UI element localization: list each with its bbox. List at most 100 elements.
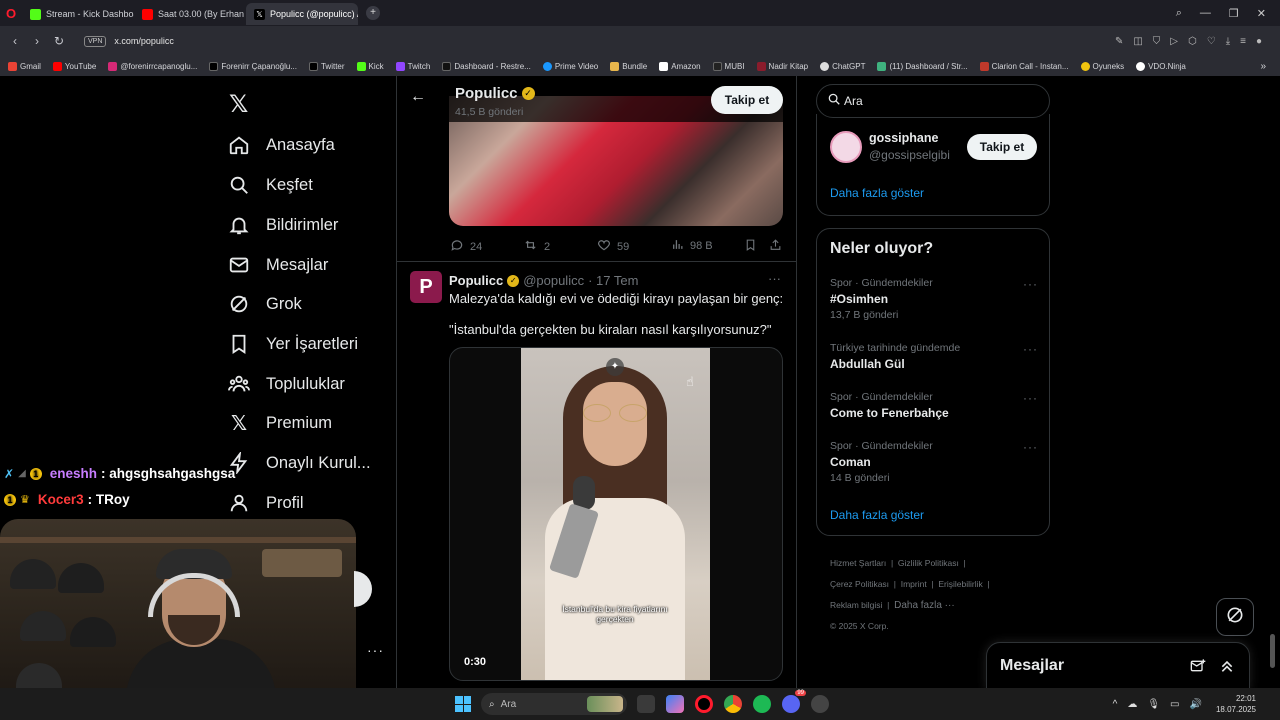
bookmark-button[interactable]: [744, 238, 757, 255]
chevron-up-icon[interactable]: ^: [1113, 699, 1118, 710]
discord-icon[interactable]: 99: [782, 690, 806, 713]
opera-icon[interactable]: [695, 695, 713, 713]
opera-logo-icon[interactable]: O: [0, 6, 22, 21]
tweet-avatar[interactable]: P: [410, 271, 442, 303]
search-icon[interactable]: ⌕: [1176, 7, 1182, 20]
browser-tab-kick[interactable]: Stream - Kick Dashboard ✕: [22, 3, 134, 25]
camera-icon[interactable]: ◫: [1133, 36, 1142, 47]
download-icon[interactable]: ⤓: [1226, 36, 1230, 47]
browser-tab-youtube[interactable]: Saat 03.00 (By Erhan Bayr: [134, 3, 246, 25]
follow-button[interactable]: Takip et: [711, 86, 783, 114]
bookmark-item[interactable]: (11) Dashboard / Str...: [877, 61, 968, 71]
shield-icon[interactable]: ⛉: [1153, 36, 1161, 47]
bookmark-item[interactable]: Twitter: [308, 61, 345, 71]
sidebar-item-communities[interactable]: Topluluklar: [228, 373, 345, 395]
more-options-icon[interactable]: ···: [367, 642, 384, 658]
bookmark-item[interactable]: Kick: [356, 61, 384, 71]
sidebar-item-explore[interactable]: Keşfet: [228, 174, 313, 196]
chrome-icon[interactable]: [724, 695, 742, 713]
show-more-link[interactable]: Daha fazla göster: [830, 186, 924, 200]
grok-floating-button[interactable]: [1216, 598, 1254, 636]
sidebar-item-bookmarks[interactable]: Yer İşaretleri: [228, 333, 358, 355]
suggestion-follow-button[interactable]: Takip et: [967, 134, 1037, 160]
scroll-up-circle-button[interactable]: [354, 571, 372, 607]
spotify-icon[interactable]: [753, 695, 771, 713]
app-icon[interactable]: [811, 695, 829, 713]
reload-icon[interactable]: ↻: [48, 34, 70, 48]
tweet-video[interactable]: ✦ İstanbul'da bu kira fiyatlarını gerçek…: [449, 347, 783, 681]
footer-link[interactable]: Reklam bilgisi: [830, 600, 882, 610]
trend-item[interactable]: Türkiye tarihinde gündemde Abdullah Gül …: [830, 342, 1038, 371]
bookmark-item[interactable]: YouTube: [52, 61, 96, 71]
taskbar-search-input[interactable]: Ara: [501, 699, 517, 710]
bookmark-item[interactable]: Nadir Kitap: [756, 61, 808, 71]
like-button[interactable]: 59: [597, 238, 629, 255]
bookmark-item[interactable]: Twitch: [395, 61, 430, 71]
tweet-author-handle[interactable]: @populicc: [523, 273, 584, 288]
url-field[interactable]: x.com/populicc: [114, 36, 174, 46]
footer-link[interactable]: Çerez Politikası: [830, 579, 889, 589]
clock[interactable]: 22:01 18.07.2025: [1216, 693, 1256, 715]
new-message-icon[interactable]: [1189, 658, 1207, 679]
back-icon[interactable]: ‹: [4, 34, 26, 48]
sidebar-item-messages[interactable]: Mesajlar: [228, 254, 328, 276]
retweet-button[interactable]: 2: [523, 238, 550, 255]
suggestion-handle[interactable]: @gossipselgibi: [869, 148, 950, 162]
more-options-icon[interactable]: ···: [1023, 391, 1038, 405]
bookmark-item[interactable]: ChatGPT: [820, 61, 865, 71]
copilot-icon[interactable]: [666, 695, 684, 713]
vpn-badge[interactable]: VPN: [84, 35, 107, 47]
tray-app-icon[interactable]: ☁: [1127, 699, 1137, 710]
play-icon[interactable]: ▷: [1170, 36, 1178, 47]
tweet-author-name[interactable]: Populicc: [449, 273, 503, 288]
display-icon[interactable]: ▭: [1170, 699, 1179, 710]
footer-link[interactable]: Erişilebilirlik: [938, 579, 982, 589]
bookmark-item[interactable]: Bundle: [610, 61, 647, 71]
more-options-icon[interactable]: ···: [1023, 277, 1038, 291]
suggestion-name[interactable]: gossiphane: [869, 131, 938, 145]
windows-start-icon[interactable]: [455, 696, 471, 712]
x-logo-icon[interactable]: 𝕏: [229, 90, 248, 119]
maximize-icon[interactable]: ❐: [1229, 7, 1239, 20]
volume-icon[interactable]: 🔊: [1190, 699, 1202, 710]
new-tab-button[interactable]: +: [366, 6, 380, 20]
show-more-link[interactable]: Daha fazla göster: [830, 508, 924, 522]
menu-icon[interactable]: ≡: [1240, 36, 1246, 47]
bookmark-item[interactable]: Gmail: [8, 61, 41, 71]
page-scrollbar[interactable]: [1270, 634, 1275, 668]
cube-icon[interactable]: ⬡: [1188, 36, 1197, 47]
more-options-icon[interactable]: ···: [1023, 342, 1038, 356]
minimize-icon[interactable]: —: [1200, 7, 1211, 20]
share-button[interactable]: [769, 238, 782, 255]
tweet-more-icon[interactable]: ···: [768, 271, 781, 286]
footer-link[interactable]: Gizlilik Politikası: [898, 558, 959, 568]
browser-tab-populicc[interactable]: 𝕏 Populicc (@populicc) / X ✕: [246, 3, 358, 25]
microphone-icon[interactable]: 🎙: [1147, 699, 1160, 710]
trend-item[interactable]: Spor · Gündemdekiler #Osimhen 13,7 B gön…: [830, 277, 1038, 321]
reply-button[interactable]: 24: [450, 238, 482, 255]
bookmark-item[interactable]: Forenirr Çapanoğlu...: [209, 61, 297, 71]
search-input[interactable]: Ara: [844, 94, 863, 108]
bookmark-item[interactable]: MUBI: [712, 61, 745, 71]
bookmark-item[interactable]: Amazon: [659, 61, 701, 71]
avatar-icon[interactable]: ●: [1256, 36, 1262, 47]
taskbar-search[interactable]: ⌕ Ara: [481, 693, 627, 715]
footer-link[interactable]: Imprint: [901, 579, 927, 589]
footer-more-link[interactable]: Daha fazla ···: [894, 600, 955, 611]
bookmarks-overflow-icon[interactable]: »: [1260, 61, 1280, 72]
more-options-icon[interactable]: ···: [1023, 440, 1038, 454]
tweet-date[interactable]: · 17 Tem: [588, 273, 638, 288]
sidebar-item-grok[interactable]: Grok: [228, 293, 302, 315]
bookmark-item[interactable]: Clarion Call - Instan...: [979, 61, 1069, 71]
close-window-icon[interactable]: ✕: [1257, 7, 1266, 20]
bookmark-item[interactable]: Oyuneks: [1080, 61, 1124, 71]
forward-icon[interactable]: ›: [26, 34, 48, 48]
back-arrow-icon[interactable]: ←: [410, 88, 426, 106]
views-button[interactable]: 98 B: [671, 238, 713, 254]
bookmark-item[interactable]: VDO.Ninja: [1136, 61, 1186, 71]
messages-drawer[interactable]: Mesajlar: [986, 642, 1250, 688]
task-view-icon[interactable]: [637, 695, 655, 713]
sidebar-item-notifications[interactable]: Bildirimler: [228, 214, 338, 236]
bookmark-item[interactable]: @forenirrcapanoglu...: [108, 61, 197, 71]
sidebar-item-premium[interactable]: 𝕏 Premium: [228, 412, 332, 435]
